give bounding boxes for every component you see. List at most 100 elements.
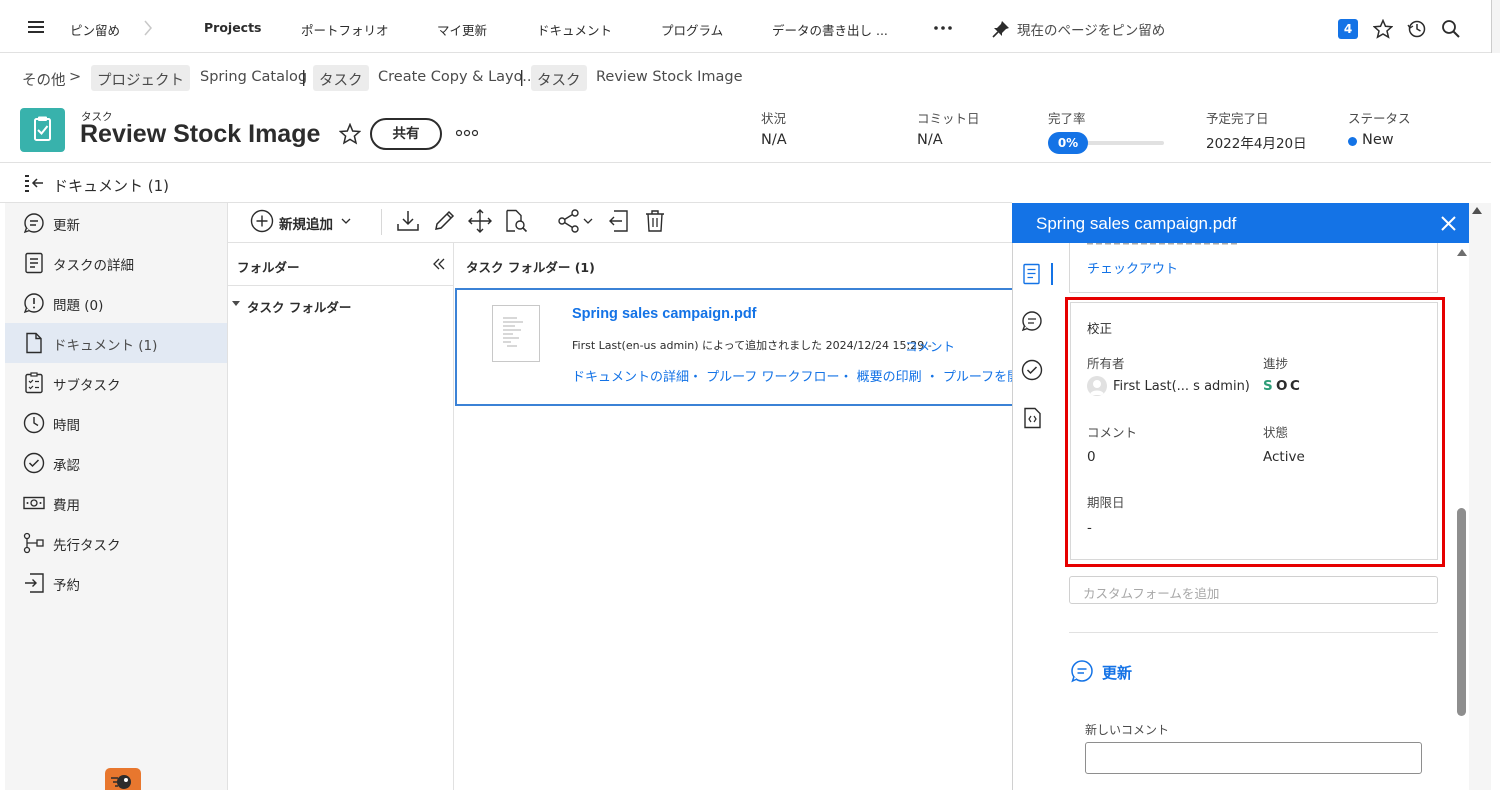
approval-icon: [23, 452, 45, 474]
trash-icon[interactable]: [643, 209, 667, 233]
window-scrollbar[interactable]: [1491, 0, 1500, 53]
left-nav-item-updates[interactable]: 更新: [5, 203, 227, 243]
add-new-button[interactable]: 新規追加: [250, 208, 354, 236]
favorite-star-icon[interactable]: [339, 123, 361, 145]
export-icon[interactable]: [607, 209, 631, 233]
status-label: ステータス: [1348, 111, 1411, 126]
left-nav-item-task-details[interactable]: タスクの詳細: [5, 243, 227, 283]
inner-scroll-up-arrow-icon[interactable]: [1457, 248, 1467, 256]
panel-details-tab-icon[interactable]: [1022, 263, 1042, 285]
details-panel-title: Spring sales campaign.pdf: [1036, 214, 1237, 233]
breadcrumb-chip-task[interactable]: タスク: [531, 65, 587, 91]
move-icon[interactable]: [468, 209, 492, 233]
collapse-nav-icon[interactable]: [24, 174, 46, 192]
collapse-folders-icon[interactable]: [433, 258, 445, 270]
task-type-icon: [20, 108, 65, 152]
pin-icon[interactable]: [992, 20, 1010, 38]
proof-title: 校正: [1087, 321, 1113, 336]
due-date-value: -: [1087, 520, 1092, 536]
pin-current-page[interactable]: 現在のページをピン留め: [1017, 19, 1165, 39]
breadcrumb-chip-project[interactable]: プロジェクト: [91, 65, 190, 91]
custom-form-field[interactable]: カスタムフォームを追加: [1069, 576, 1438, 604]
left-nav-label: 問題 (0): [53, 298, 104, 314]
panel-approvals-tab-icon[interactable]: [1021, 359, 1043, 381]
nav-data-export[interactable]: データの書き出し ...: [772, 20, 888, 39]
commit-date-label: コミット日: [917, 111, 980, 126]
breadcrumb-separator: |: [519, 67, 525, 86]
nav-my-updates[interactable]: マイ更新: [437, 20, 487, 39]
owner-label: 所有者: [1087, 356, 1125, 371]
task-folder-item[interactable]: タスク フォルダー: [247, 297, 351, 316]
left-nav-item-documents[interactable]: ドキュメント (1): [5, 323, 227, 363]
caret-down-icon[interactable]: [232, 300, 240, 308]
new-comment-input[interactable]: [1085, 742, 1422, 774]
state-label: 状態: [1263, 425, 1289, 440]
document-name-link[interactable]: Spring sales campaign.pdf: [572, 306, 757, 322]
edit-pencil-icon[interactable]: [432, 209, 456, 233]
panel-comments-tab-icon[interactable]: [1021, 310, 1043, 332]
updates-heading: 更新: [1102, 664, 1133, 682]
left-nav-label: 時間: [53, 418, 80, 434]
search-icon[interactable]: [1441, 19, 1461, 39]
details-icon: [23, 252, 45, 274]
clock-icon: [23, 412, 45, 434]
panel-scrollbar-track[interactable]: [1469, 203, 1491, 790]
left-nav-item-approvals[interactable]: 承認: [5, 443, 227, 483]
share-button[interactable]: 共有: [370, 118, 442, 150]
left-nav-item-subtasks[interactable]: サブタスク: [5, 363, 227, 403]
document-action-links[interactable]: ドキュメントの詳細・ プルーフ ワークフロー・ 概要の印刷 ・ プルーフを開: [572, 366, 1012, 385]
document-thumbnail[interactable]: [492, 305, 540, 362]
breadcrumb-parent-task[interactable]: Create Copy & Layo...: [378, 69, 536, 85]
document-meta: First Last(en-us admin) によって追加されました 2024…: [572, 339, 932, 352]
nav-portfolio[interactable]: ポートフォリオ: [301, 20, 389, 39]
money-icon: [23, 492, 45, 514]
checkout-link[interactable]: チェックアウト: [1087, 258, 1178, 277]
scroll-up-arrow-icon[interactable]: [1472, 207, 1482, 214]
panel-active-tab-indicator: [1051, 263, 1053, 285]
plus-circle-icon: [250, 209, 274, 233]
breadcrumb-more[interactable]: その他: [22, 69, 66, 90]
notification-badge[interactable]: 4: [1338, 19, 1358, 39]
history-icon[interactable]: [1407, 19, 1427, 39]
percent-complete-label: 完了率: [1048, 111, 1086, 126]
left-nav-label: 承認: [53, 458, 80, 474]
top-navigation-bar: ピン留め Projects ポートフォリオ マイ更新 ドキュメント プログラム …: [0, 0, 1500, 53]
progress-letter-s: S: [1263, 378, 1273, 394]
preview-document-icon[interactable]: [504, 209, 528, 233]
document-icon: [23, 332, 45, 354]
more-horizontal-icon[interactable]: [934, 26, 952, 30]
panel-versions-tab-icon[interactable]: [1023, 407, 1043, 429]
left-nav-item-expenses[interactable]: 費用: [5, 483, 227, 523]
breadcrumb-chip-task[interactable]: タスク: [313, 65, 369, 91]
nav-projects[interactable]: Projects: [204, 20, 262, 35]
document-list-title: タスク フォルダー (1): [466, 260, 595, 275]
download-icon[interactable]: [396, 209, 420, 233]
left-nav-label: 予約: [53, 578, 80, 594]
status-value[interactable]: New: [1362, 132, 1394, 148]
nav-pinned[interactable]: ピン留め: [70, 20, 120, 39]
nav-documents[interactable]: ドキュメント: [537, 20, 612, 39]
left-nav-item-predecessors[interactable]: 先行タスク: [5, 523, 227, 563]
app-logo-icon[interactable]: [105, 768, 141, 790]
left-nav-item-hours[interactable]: 時間: [5, 403, 227, 443]
hamburger-menu-icon[interactable]: [28, 20, 46, 34]
comments-value: 0: [1087, 449, 1096, 465]
header-divider: [0, 162, 1491, 163]
new-comment-label: 新しいコメント: [1085, 723, 1170, 737]
nav-programs[interactable]: プログラム: [661, 20, 723, 39]
star-icon[interactable]: [1373, 19, 1393, 39]
breadcrumb-project-name[interactable]: Spring Catalog: [200, 69, 307, 85]
close-icon[interactable]: [1440, 215, 1457, 232]
breadcrumb-current-task: Review Stock Image: [596, 69, 743, 85]
left-nav-label: サブタスク: [53, 378, 121, 394]
left-nav-item-booking[interactable]: 予約: [5, 563, 227, 603]
state-value: Active: [1263, 449, 1305, 465]
document-comment-link[interactable]: コメント: [905, 336, 955, 355]
predecessor-icon: [23, 532, 45, 554]
left-nav-label: 先行タスク: [53, 538, 121, 554]
panel-scrollbar-thumb[interactable]: [1457, 508, 1466, 716]
more-options-icon[interactable]: [456, 129, 478, 137]
share-icon[interactable]: [557, 209, 597, 233]
left-nav-item-issues[interactable]: 問題 (0): [5, 283, 227, 323]
comments-label: コメント: [1087, 425, 1138, 440]
